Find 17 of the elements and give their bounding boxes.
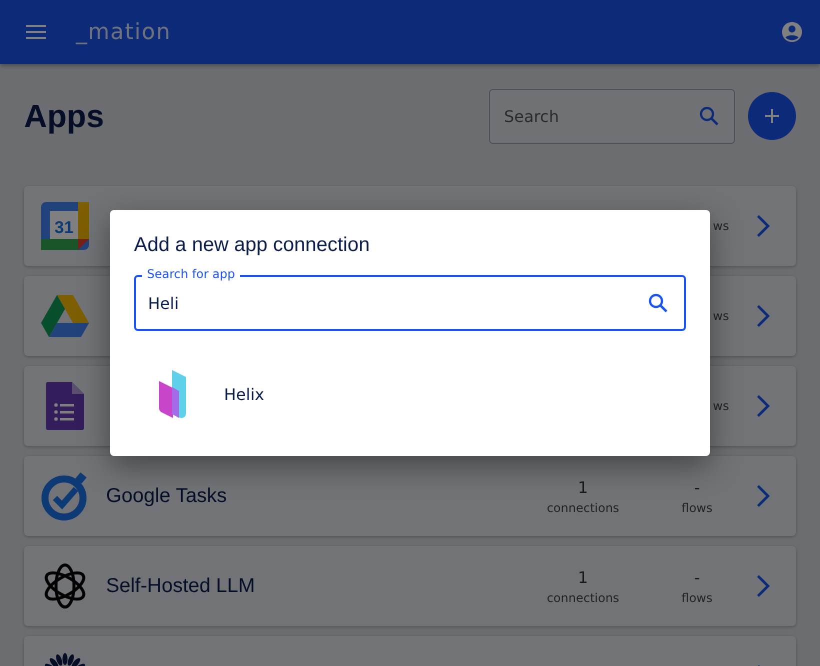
calendar-icon: 31 [40, 201, 90, 251]
connections-label: connections [546, 590, 620, 604]
connection-count: 1 [578, 478, 588, 496]
flows-label: flows [682, 500, 712, 514]
flows-label: flows [682, 590, 712, 604]
flows-label: ws [712, 309, 729, 323]
flow-count: - [694, 478, 700, 496]
flow-count: - [694, 568, 700, 586]
connections-label: connections [546, 500, 620, 514]
connection-count: 1 [578, 568, 588, 586]
flows-label: ws [712, 219, 729, 233]
page-title: Apps [24, 98, 105, 134]
app-name: Self-Hosted LLM [106, 574, 256, 598]
app-name: Google Tasks [106, 484, 228, 508]
field-label: Search for app [142, 267, 240, 281]
flows-label: ws [712, 399, 729, 413]
dialog-title: Add a new app connection [134, 234, 371, 257]
